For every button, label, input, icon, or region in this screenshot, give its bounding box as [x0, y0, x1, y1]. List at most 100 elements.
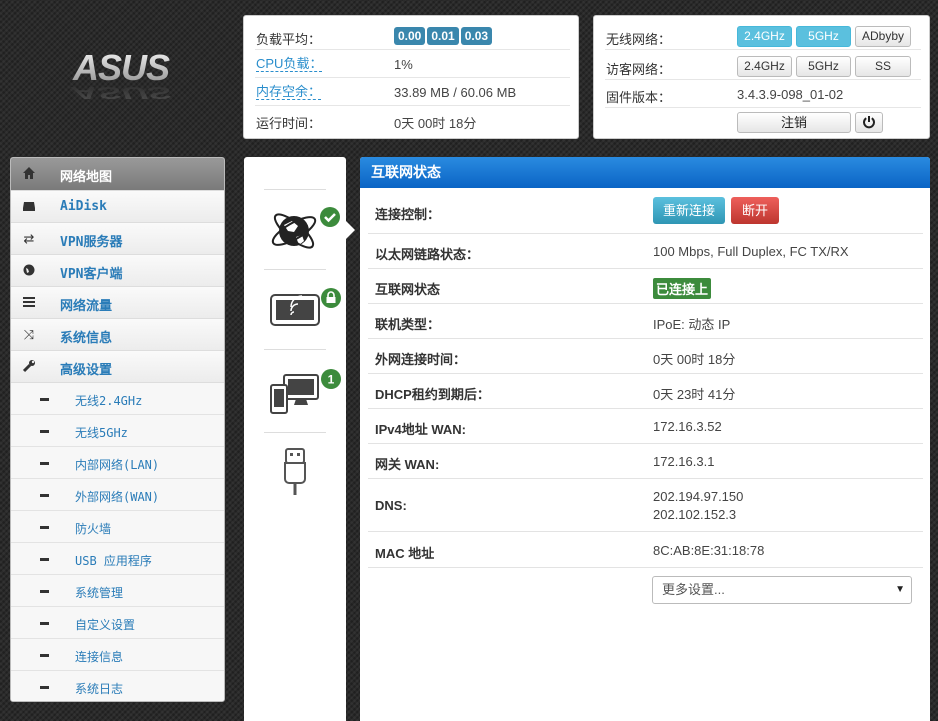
home-icon — [21, 166, 37, 182]
usb-node[interactable] — [282, 447, 308, 502]
connection-control-label: 连接控制： — [375, 207, 441, 222]
power-button[interactable] — [855, 112, 883, 133]
router-node[interactable] — [270, 293, 320, 330]
dash-icon — [40, 654, 49, 657]
disconnect-button[interactable]: 断开 — [731, 197, 779, 224]
menu-item-label: VPN客户端 — [60, 267, 123, 282]
firmware-row: 固件版本： 3.4.3.9-098_01-02 — [605, 80, 921, 108]
dns-row: DNS: 202.194.97.150 202.102.152.3 — [368, 479, 923, 532]
gateway-wan-row: 网关 WAN: 172.16.3.1 — [368, 444, 923, 479]
menu-item-label: 网络流量 — [60, 299, 113, 314]
menu-item-label: 系统信息 — [60, 331, 113, 346]
submenu-label: 外部网络(WAN) — [75, 490, 160, 504]
mac-address-value: 8C:AB:8E:31:18:78 — [653, 543, 765, 558]
ipv4-wan-row: IPv4地址 WAN: 172.16.3.52 — [368, 409, 923, 444]
logout-button[interactable]: 注销 — [737, 112, 851, 133]
uptime-value: 0天 00时 18分 — [394, 116, 477, 131]
submenu-label: 内部网络(LAN) — [75, 458, 160, 472]
ethernet-link-label: 以太网链路状态： — [375, 247, 480, 262]
dash-icon — [40, 462, 49, 465]
reconnect-button[interactable]: 重新连接 — [653, 197, 725, 224]
wan-uptime-label: 外网连接时间： — [375, 352, 467, 367]
wan-uptime-value: 0天 00时 18分 — [653, 352, 736, 367]
wan-uptime-row: 外网连接时间： 0天 00时 18分 — [368, 339, 923, 374]
guest-5ghz-button[interactable]: 5GHz — [796, 56, 851, 77]
submenu-admin[interactable]: 系统管理 — [11, 575, 224, 607]
gateway-wan-value: 172.16.3.1 — [653, 454, 715, 469]
sidebar-menu: 网络地图 AiDisk ⇄ VPN服务器 VPN客户端 网络流量 ⤨ 系统信息 … — [10, 157, 225, 702]
submenu-label: 防火墙 — [75, 522, 112, 536]
submenu-lan[interactable]: 内部网络(LAN) — [11, 447, 224, 479]
menu-item-aidisk[interactable]: AiDisk — [11, 191, 224, 223]
dash-icon — [40, 622, 49, 625]
uptime-label: 运行时间： — [256, 116, 322, 131]
submenu-custom[interactable]: 自定义设置 — [11, 607, 224, 639]
dhcp-lease-label: DHCP租约到期后： — [375, 387, 490, 402]
submenu-wireless-5[interactable]: 无线5GHz — [11, 415, 224, 447]
wireless-label: 无线网络： — [606, 32, 672, 47]
internet-state-label: 互联网状态 — [375, 282, 441, 297]
submenu-usb-apps[interactable]: USB 应用程序 — [11, 543, 224, 575]
ethernet-link-row: 以太网链路状态： 100 Mbps, Full Duplex, FC TX/RX — [368, 234, 923, 269]
power-icon — [863, 116, 875, 129]
dash-icon — [40, 526, 49, 529]
dash-icon — [40, 558, 49, 561]
menu-item-vpn-client[interactable]: VPN客户端 — [11, 255, 224, 287]
ethernet-link-value: 100 Mbps, Full Duplex, FC TX/RX — [653, 244, 849, 259]
submenu-label: 系统日志 — [75, 682, 124, 696]
memory-row: 内存空余： 33.89 MB / 60.06 MB — [255, 78, 570, 106]
menu-item-vpn-server[interactable]: ⇄ VPN服务器 — [11, 223, 224, 255]
clients-node[interactable] — [270, 371, 320, 418]
system-status-panel: 负载平均： 0.00 0.01 0.03 CPU负载： 1% 内存空余： 33.89… — [243, 15, 579, 139]
submenu-syslog[interactable]: 系统日志 — [11, 671, 224, 701]
more-settings-value: 更多设置... — [662, 582, 725, 597]
submenu-label: 连接信息 — [75, 650, 124, 664]
menu-item-network-map[interactable]: 网络地图 — [11, 158, 224, 191]
dns-secondary-value: 202.102.152.3 — [653, 507, 737, 522]
load-average-row: 负载平均： 0.00 0.01 0.03 — [255, 22, 570, 50]
router-icon — [270, 294, 320, 326]
menu-item-traffic[interactable]: 网络流量 — [11, 287, 224, 319]
asus-logo-text: ASUS — [72, 50, 170, 88]
dash-icon — [40, 494, 49, 497]
wireless-panel: 无线网络： 2.4GHz 5GHz ADbyby 访客网络： 2.4GHz 5G… — [593, 15, 930, 139]
submenu-label: 自定义设置 — [75, 618, 136, 632]
ipv4-wan-label: IPv4地址 WAN: — [375, 422, 467, 437]
internet-status-title: 互联网状态 — [360, 157, 930, 188]
menu-item-label: VPN服务器 — [60, 235, 123, 250]
guest-row: 访客网络： 2.4GHz 5GHz SS — [605, 52, 921, 80]
more-settings-select[interactable]: 更多设置... ▼ — [652, 576, 912, 604]
submenu-label: 无线5GHz — [75, 426, 128, 440]
menu-item-label: AiDisk — [60, 199, 107, 214]
adbyby-button[interactable]: ADbyby — [855, 26, 911, 47]
connected-badge: 已连接上 — [653, 278, 712, 299]
globe-icon — [21, 263, 37, 279]
gateway-wan-label: 网关 WAN: — [375, 457, 440, 472]
submenu-wan[interactable]: 外部网络(WAN) — [11, 479, 224, 511]
network-map-column: 1 — [244, 157, 346, 721]
submenu-connections[interactable]: 连接信息 — [11, 639, 224, 671]
memory-free-link[interactable]: 内存空余： — [256, 85, 322, 100]
dns-primary-value: 202.194.97.150 — [653, 489, 744, 504]
dhcp-lease-row: DHCP租约到期后： 0天 23时 41分 — [368, 374, 923, 409]
cpu-load-link[interactable]: CPU负载： — [256, 57, 323, 72]
submenu-firewall[interactable]: 防火墙 — [11, 511, 224, 543]
internet-node[interactable] — [268, 205, 320, 260]
guest-24ghz-button[interactable]: 2.4GHz — [737, 56, 792, 77]
mac-address-row: MAC 地址 8C:AB:8E:31:18:78 — [368, 532, 923, 568]
submenu-wireless-24[interactable]: 无线2.4GHz — [11, 383, 224, 415]
wireless-24ghz-button[interactable]: 2.4GHz — [737, 26, 792, 47]
ss-button[interactable]: SS — [855, 56, 911, 77]
retweet-icon: ⇄ — [23, 231, 35, 246]
wrench-icon — [21, 359, 37, 375]
load-badge-15: 0.03 — [460, 27, 493, 45]
guest-label: 访客网络： — [606, 62, 672, 77]
menu-item-advanced[interactable]: 高级设置 — [11, 351, 224, 383]
dhcp-lease-value: 0天 23时 41分 — [653, 387, 736, 402]
connection-type-label: 联机类型： — [375, 317, 441, 332]
menu-item-system-info[interactable]: ⤨ 系统信息 — [11, 319, 224, 351]
connection-type-row: 联机类型： IPoE: 动态 IP — [368, 304, 923, 339]
wireless-5ghz-button[interactable]: 5GHz — [796, 26, 851, 47]
firmware-link[interactable]: 3.4.3.9-098_01-02 — [737, 87, 843, 102]
load-badge-5: 0.01 — [427, 27, 459, 45]
